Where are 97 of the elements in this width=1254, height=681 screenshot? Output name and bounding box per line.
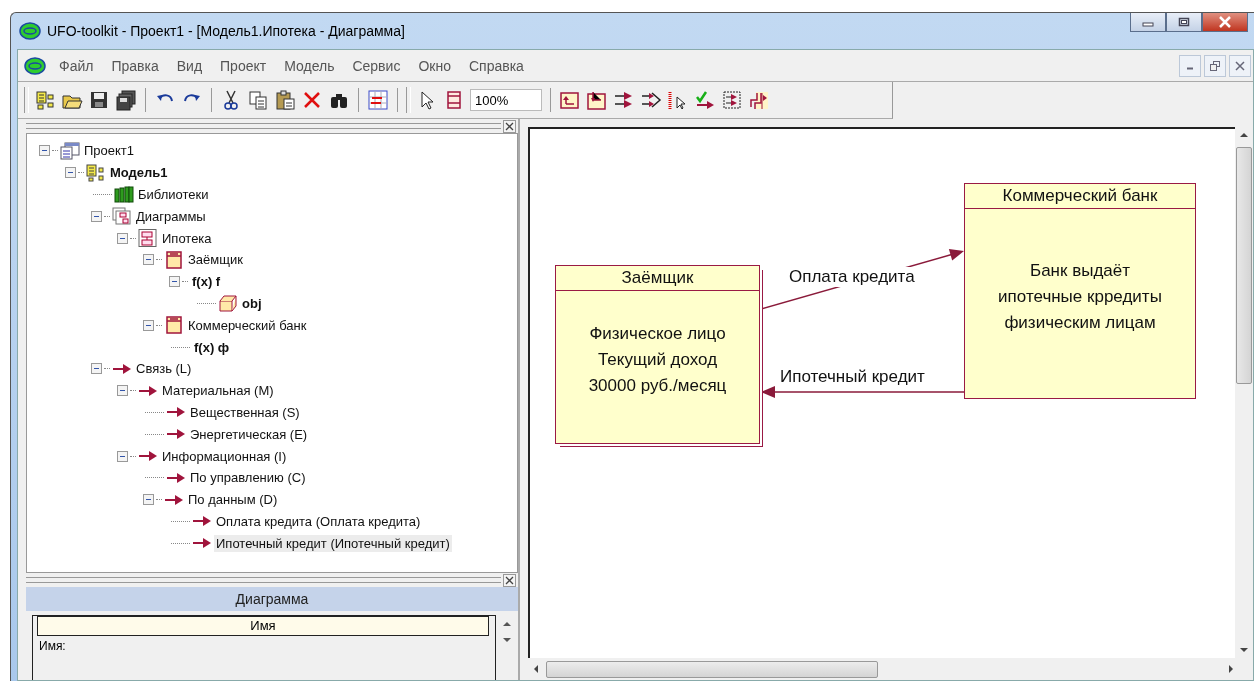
scroll-up-icon[interactable] (1239, 131, 1249, 139)
entity-title: Заёмщик (556, 266, 759, 291)
close-button[interactable] (503, 573, 516, 587)
model-icon[interactable] (34, 89, 56, 111)
column-header: Имя (37, 616, 489, 636)
scroll-thumb[interactable] (546, 660, 878, 678)
scroll-thumb[interactable] (1236, 147, 1252, 384)
tree-item[interactable]: Вещественная (S) (188, 403, 302, 421)
grid-icon[interactable] (367, 89, 389, 111)
field-label: Имя: (38, 638, 67, 653)
tree-item[interactable]: Энергетическая (E) (188, 425, 310, 443)
tree-item[interactable]: Материальная (M) (160, 382, 276, 400)
tree-item[interactable]: Оплата кредита (Оплата кредита) (214, 512, 423, 530)
connector-label: Оплата кредита (787, 267, 917, 287)
tree-item[interactable]: Модель1 (108, 164, 170, 182)
collapse-toggle[interactable] (143, 319, 154, 331)
entity-icon (164, 316, 184, 335)
connector-label: Ипотечный кредит (778, 367, 927, 387)
collapse-toggle[interactable] (143, 494, 154, 506)
copy-icon[interactable] (247, 89, 269, 111)
step-lines-icon[interactable] (748, 89, 770, 111)
restore-button[interactable] (1204, 54, 1226, 77)
frame-up-icon[interactable] (559, 89, 581, 111)
tree-item[interactable]: obj (240, 294, 264, 312)
restore-icon (1210, 60, 1220, 71)
entity-text: Физическое лицо (589, 323, 726, 345)
entity-title: Коммерческий банк (965, 184, 1195, 209)
panel-header: Диаграмма (26, 587, 518, 611)
collapse-toggle[interactable] (117, 232, 128, 244)
entity-text: Текущий доход (597, 349, 718, 371)
minimize-icon (1186, 67, 1194, 70)
outline-arrow-icon[interactable] (640, 89, 662, 111)
check-arrow-icon[interactable] (694, 89, 716, 111)
tree-item[interactable]: f(x) ф (192, 338, 232, 356)
tree-item[interactable]: Проект1 (82, 142, 137, 160)
tree-item[interactable]: Заёмщик (186, 251, 245, 269)
close-button[interactable] (503, 119, 516, 133)
close-button[interactable] (1229, 54, 1251, 77)
entity-icon (164, 250, 184, 269)
diagram-stack-icon (112, 207, 132, 226)
tree-item[interactable]: Информационная (I) (160, 447, 289, 465)
collapse-toggle[interactable] (117, 450, 128, 462)
menu-item[interactable]: Сервис (343, 57, 410, 74)
save-icon[interactable] (88, 89, 110, 111)
tree-item[interactable]: Ипотека (160, 229, 214, 247)
close-icon (1235, 60, 1245, 71)
scroll-down-icon[interactable] (1239, 646, 1249, 654)
tree-item[interactable]: Связь (L) (134, 360, 194, 378)
tree-item[interactable]: По управлению (C) (188, 469, 308, 487)
menu-item[interactable]: Окно (409, 57, 460, 74)
menu-item[interactable]: Файл (50, 57, 103, 74)
dashed-arrows-icon[interactable] (721, 89, 743, 111)
collapse-toggle[interactable] (91, 363, 102, 375)
tree-item[interactable]: Библиотеки (136, 186, 211, 203)
app-logo-icon (19, 22, 41, 40)
tree-item[interactable]: Коммерческий банк (186, 316, 309, 334)
menu-item[interactable]: Справка (459, 57, 533, 74)
document-stack-icon (60, 141, 80, 160)
collapse-toggle[interactable] (65, 167, 76, 179)
scroll-right-icon[interactable] (1227, 664, 1235, 674)
collapse-toggle[interactable] (91, 210, 102, 222)
tree-item[interactable]: Диаграммы (134, 207, 208, 225)
cube-icon (218, 294, 238, 313)
scroll-down-icon[interactable] (502, 637, 512, 643)
menu-item[interactable]: Вид (167, 57, 212, 74)
entity-text: Банк выдаёт (1030, 259, 1130, 282)
menu-item[interactable]: Проект (211, 57, 276, 74)
entity-text: ипотечные крредиты (998, 285, 1162, 308)
close-icon (505, 121, 514, 131)
maximize-icon (1178, 17, 1190, 27)
scroll-up-icon[interactable] (502, 621, 512, 627)
close-button[interactable] (1202, 13, 1248, 32)
tree-item[interactable]: Ипотечный кредит (Ипотечный кредит) (214, 534, 452, 552)
close-icon (505, 575, 514, 585)
minimize-button[interactable] (1130, 13, 1166, 32)
entity-text: 30000 руб./месяц (588, 375, 727, 397)
scroll-left-icon[interactable] (532, 664, 540, 674)
books-icon (114, 185, 134, 204)
model-icon (86, 163, 106, 182)
tree-item[interactable]: f(x) f (190, 273, 223, 291)
menu-item[interactable]: Правка (102, 57, 168, 74)
collapse-toggle[interactable] (117, 385, 128, 397)
menu-item[interactable]: Модель (275, 57, 344, 74)
collapse-toggle[interactable] (39, 145, 50, 157)
frame-down-icon[interactable] (586, 89, 608, 111)
collapse-toggle[interactable] (169, 276, 180, 288)
app-logo-icon (24, 56, 46, 75)
diagram-icon (138, 229, 158, 248)
tree-item[interactable]: По данным (D) (186, 491, 280, 509)
save-all-icon[interactable] (115, 89, 137, 111)
entity-text: физическим лицам (1004, 311, 1156, 334)
close-icon (1218, 16, 1232, 28)
window-title: UFO-toolkit - Проект1 - [Модель1.Ипотека - Диаграмма] (47, 23, 405, 39)
maximize-button[interactable] (1166, 13, 1202, 32)
zoom-field[interactable]: 100% (470, 89, 542, 111)
collapse-toggle[interactable] (143, 254, 154, 266)
paste-icon[interactable] (274, 89, 296, 111)
